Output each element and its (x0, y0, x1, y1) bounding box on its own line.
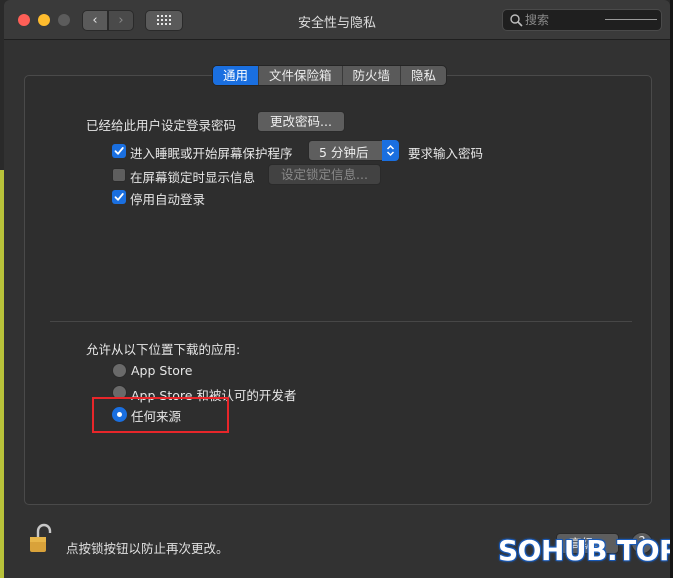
checkmark-icon (114, 147, 124, 155)
tab-filevault[interactable]: 文件保险箱 (258, 66, 342, 85)
search-field-line (605, 19, 657, 20)
change-password-button[interactable]: 更改密码... (257, 111, 345, 132)
tab-firewall[interactable]: 防火墙 (341, 66, 401, 85)
stepper-chevron-icon (386, 144, 395, 157)
disable-auto-login-label: 停用自动登录 (130, 192, 206, 207)
password-set-label: 已经给此用户设定登录密码 (86, 118, 237, 133)
require-password-label: 进入睡眠或开始屏幕保护程序 (130, 146, 293, 161)
title-bar: ‹ › 安全性与隐私 (4, 0, 670, 40)
security-privacy-window: ‹ › 安全性与隐私 通用 文件保险箱 防火 (4, 0, 670, 578)
set-lock-message-button[interactable]: 设定锁定信息... (268, 164, 381, 185)
annotation-highlight-box (92, 397, 229, 433)
lock-message-label: 在屏幕锁定时显示信息 (130, 170, 256, 185)
search-field[interactable] (502, 9, 662, 31)
search-input[interactable] (525, 12, 595, 28)
disable-auto-login-checkbox[interactable] (112, 190, 126, 204)
require-password-checkbox[interactable] (112, 144, 126, 158)
password-delay-stepper (382, 140, 399, 161)
checkmark-icon (114, 193, 124, 201)
unlocked-padlock-icon[interactable] (28, 523, 54, 555)
lock-hint-text: 点按锁按钮以防止再次更改。 (66, 541, 229, 556)
radio-app-store[interactable] (112, 363, 127, 378)
tab-general[interactable]: 通用 (213, 66, 259, 85)
password-delay-select[interactable]: 5 分钟后 (308, 140, 399, 161)
section-divider (50, 321, 632, 322)
password-delay-value: 5 分钟后 (319, 145, 369, 160)
watermark-text: SOHUB.TOP (498, 534, 670, 567)
downloads-heading: 允许从以下位置下载的应用: (86, 342, 241, 357)
radio-app-store-label: App Store (131, 363, 193, 378)
tab-privacy[interactable]: 隐私 (400, 66, 446, 85)
require-password-suffix: 要求输入密码 (408, 146, 484, 161)
search-icon (510, 14, 523, 27)
tab-bar: 通用 文件保险箱 防火墙 隐私 (212, 65, 448, 86)
lock-message-checkbox[interactable] (112, 168, 126, 182)
